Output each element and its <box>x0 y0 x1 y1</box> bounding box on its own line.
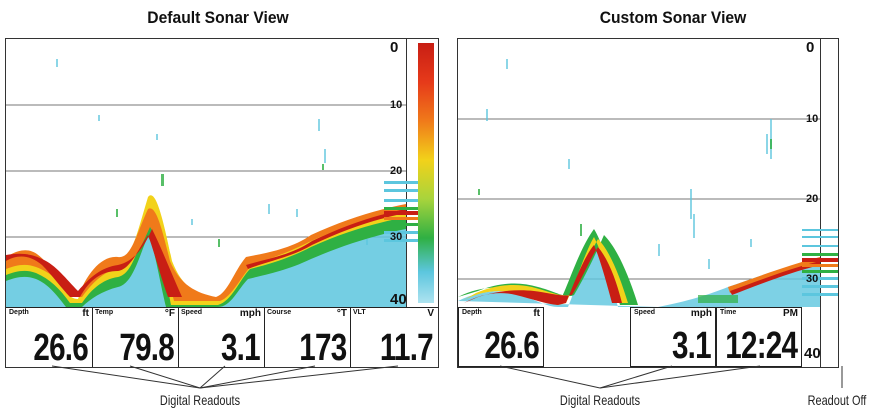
readout-off-caption: Readout Off <box>807 392 867 408</box>
digital-readouts-caption-left: Digital Readouts <box>159 392 241 408</box>
digital-readouts-caption-right: Digital Readouts <box>559 392 641 408</box>
callout-lines <box>51 365 843 389</box>
